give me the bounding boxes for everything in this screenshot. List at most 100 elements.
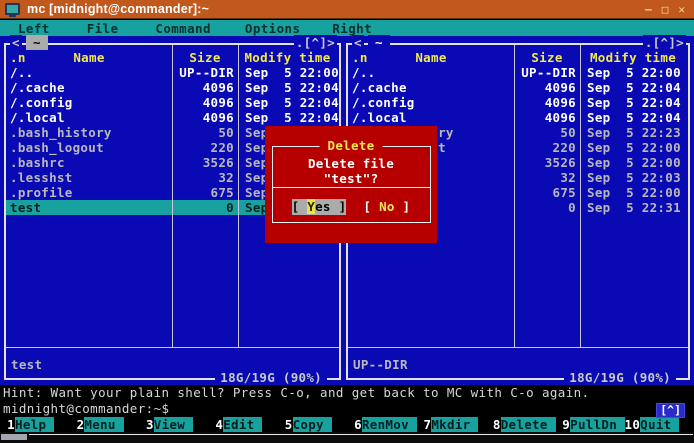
file-name: /.local bbox=[348, 110, 514, 125]
window-titlebar: mc [midnight@commander]:~ – □ ✕ bbox=[0, 0, 694, 19]
file-mtime: Sep 5 22:00 bbox=[580, 155, 688, 170]
function-key-button[interactable]: 5 Copy bbox=[278, 417, 347, 432]
function-key-button[interactable]: 2 Menu bbox=[69, 417, 138, 432]
file-mtime: Sep 5 22:04 bbox=[580, 110, 688, 125]
function-key-button[interactable]: 1 Help bbox=[0, 417, 69, 432]
dialog-message-line2: "test"? bbox=[265, 171, 437, 186]
file-name: /.. bbox=[6, 65, 172, 80]
function-key-number: 1 bbox=[0, 417, 15, 432]
function-key-button[interactable]: 10 Quit bbox=[625, 417, 694, 432]
function-key-button[interactable]: 6 RenMov bbox=[347, 417, 416, 432]
function-key-label: PullDn bbox=[570, 417, 625, 432]
column-header-name[interactable]: Name bbox=[6, 50, 172, 65]
function-key-label: Menu bbox=[84, 417, 123, 432]
function-key-label: Copy bbox=[293, 417, 332, 432]
file-size: 4096 bbox=[514, 95, 580, 110]
scroll-up-indicator[interactable]: [^] bbox=[656, 403, 685, 418]
window-controls: – □ ✕ bbox=[645, 4, 685, 15]
panel-scroll-left-icon[interactable]: < bbox=[352, 35, 364, 50]
file-mtime: Sep 5 22:00 bbox=[580, 185, 688, 200]
file-size: 220 bbox=[514, 140, 580, 155]
no-bracket-open: [ bbox=[363, 199, 379, 214]
function-key-label: Edit bbox=[223, 417, 262, 432]
dialog-separator bbox=[272, 187, 431, 188]
file-mtime: Sep 5 22:31 bbox=[580, 200, 688, 215]
column-header-mtime[interactable]: Modify time bbox=[580, 50, 686, 65]
file-size: 4096 bbox=[514, 110, 580, 125]
column-header-size[interactable]: Size bbox=[172, 50, 238, 65]
file-name: /.local bbox=[6, 110, 172, 125]
yes-hotkey-cursor: Y bbox=[307, 199, 315, 214]
file-row[interactable]: /.. UP--DIR Sep 5 22:00 bbox=[348, 65, 688, 80]
file-mtime: Sep 5 22:04 bbox=[238, 95, 339, 110]
no-bracket-close: ] bbox=[395, 199, 411, 214]
menu-item[interactable]: Right bbox=[332, 21, 372, 36]
function-key-bar: 1 Help 2 Menu 3 View 4 Edit 5 Copy 6 Ren… bbox=[0, 417, 694, 432]
window-bottom-strip bbox=[0, 432, 694, 443]
mini-status-left: test bbox=[11, 357, 42, 372]
panel-path-left[interactable]: ~ bbox=[26, 35, 48, 50]
file-size: 50 bbox=[172, 125, 238, 140]
file-size: 32 bbox=[172, 170, 238, 185]
close-icon[interactable]: ✕ bbox=[678, 4, 685, 15]
no-button[interactable]: [ No ] bbox=[363, 199, 410, 215]
column-header-name[interactable]: Name bbox=[348, 50, 514, 65]
mini-status-right: UP--DIR bbox=[353, 357, 408, 372]
menu-item[interactable]: Options bbox=[245, 21, 300, 36]
column-divider bbox=[514, 45, 515, 347]
file-name: .lesshst bbox=[6, 170, 172, 185]
file-name: .bash_history bbox=[6, 125, 172, 140]
function-key-number: 5 bbox=[278, 417, 293, 432]
terminal-monitor-icon bbox=[5, 3, 20, 15]
scrollbar-thumb[interactable] bbox=[1, 434, 27, 440]
hint-line: Hint: Want your plain shell? Press C-o, … bbox=[0, 385, 694, 400]
file-size: 4096 bbox=[172, 80, 238, 95]
maximize-icon[interactable]: □ bbox=[662, 4, 669, 15]
file-row[interactable]: /.config 4096 Sep 5 22:04 bbox=[348, 95, 688, 110]
yes-bracket-open: [ bbox=[292, 199, 308, 214]
file-name: test bbox=[6, 200, 172, 215]
file-size: UP--DIR bbox=[172, 65, 238, 80]
function-key-button[interactable]: 4 Edit bbox=[208, 417, 277, 432]
file-row[interactable]: /.local 4096 Sep 5 22:04 bbox=[348, 110, 688, 125]
function-key-number: 2 bbox=[69, 417, 84, 432]
file-name: /.cache bbox=[6, 80, 172, 95]
yes-label-rest: es bbox=[315, 199, 331, 214]
window-title: mc [midnight@commander]:~ bbox=[27, 2, 209, 16]
minimize-icon[interactable]: – bbox=[645, 4, 652, 15]
file-mtime: Sep 5 22:04 bbox=[580, 80, 688, 95]
function-key-button[interactable]: 3 View bbox=[139, 417, 208, 432]
file-size: 675 bbox=[172, 185, 238, 200]
menu-item[interactable]: File bbox=[87, 21, 119, 36]
file-mtime: Sep 5 22:00 bbox=[580, 65, 688, 80]
menu-item[interactable]: Command bbox=[155, 21, 210, 36]
yes-button[interactable]: [ Yes ] bbox=[292, 199, 347, 215]
dialog-message-line1: Delete file bbox=[265, 156, 437, 171]
panel-scroll-up-icon-right[interactable]: .[^]> bbox=[643, 35, 686, 50]
menu-item[interactable]: Left bbox=[18, 21, 50, 36]
file-name: .profile bbox=[6, 185, 172, 200]
function-key-number: 3 bbox=[139, 417, 154, 432]
column-divider bbox=[172, 45, 173, 347]
function-key-button[interactable]: 9 PullDn bbox=[555, 417, 624, 432]
panel-path-right[interactable]: ~ bbox=[368, 35, 390, 50]
file-mtime: Sep 5 22:00 bbox=[238, 65, 339, 80]
no-label: No bbox=[379, 199, 395, 214]
shell-prompt[interactable]: midnight@commander:~$ bbox=[0, 400, 694, 417]
function-key-label: Delete bbox=[501, 417, 556, 432]
function-key-button[interactable]: 7 Mkdir bbox=[416, 417, 485, 432]
column-header-mtime[interactable]: Modify time bbox=[238, 50, 337, 65]
panel-scroll-left-icon[interactable]: < bbox=[10, 35, 22, 50]
file-name: /.config bbox=[348, 95, 514, 110]
function-key-button[interactable]: 8 Delete bbox=[486, 417, 555, 432]
file-row[interactable]: /.cache 4096 Sep 5 22:04 bbox=[348, 80, 688, 95]
function-key-label: Help bbox=[15, 417, 54, 432]
file-name: .bashrc bbox=[6, 155, 172, 170]
mini-status-divider bbox=[348, 347, 688, 348]
menu-bar: Left File Command Options Right bbox=[0, 20, 694, 36]
delete-dialog: Delete Delete file "test"? [ Yes ] [ No … bbox=[265, 126, 437, 243]
panel-scroll-up-icon-left[interactable]: .[^]> bbox=[294, 35, 337, 50]
disk-usage-left: 18G/19G (90%) bbox=[215, 371, 327, 385]
function-key-label: Quit bbox=[640, 417, 679, 432]
column-header-size[interactable]: Size bbox=[514, 50, 580, 65]
